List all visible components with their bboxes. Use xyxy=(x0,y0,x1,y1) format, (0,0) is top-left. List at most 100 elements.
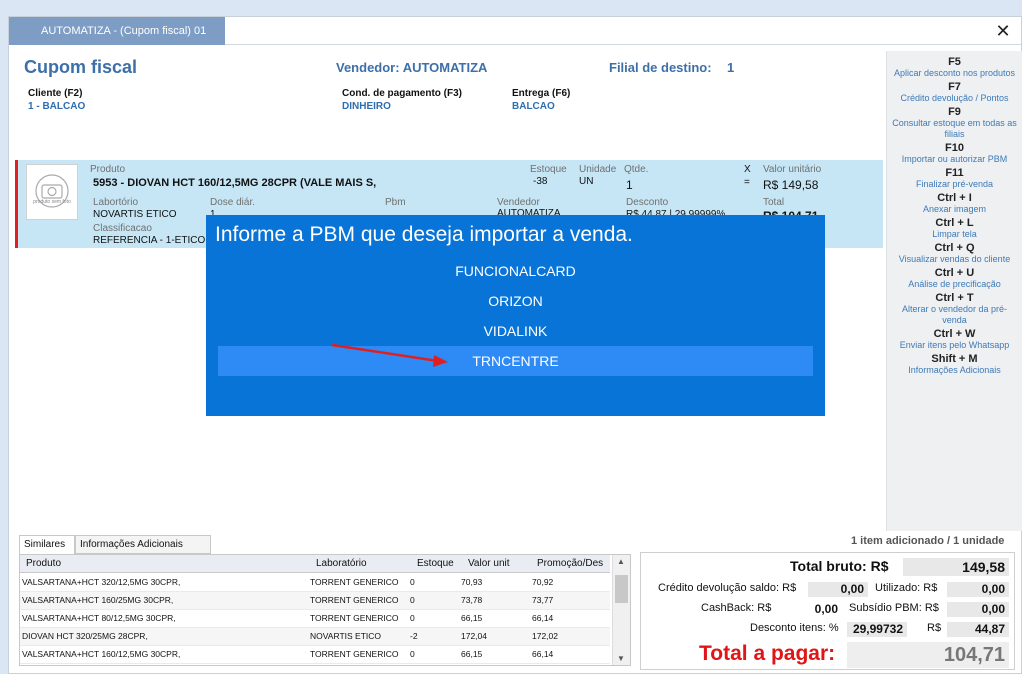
grid-scrollbar[interactable]: ▲ ▼ xyxy=(612,555,630,665)
qtde-value[interactable]: 1 xyxy=(626,178,633,192)
credito-saldo-label: Crédito devolução saldo: R$ xyxy=(658,582,797,594)
table-cell: TORRENT GENERICO xyxy=(310,649,399,659)
shortcut-description[interactable]: Alterar o vendedor da pré-venda xyxy=(887,304,1022,326)
camera-icon xyxy=(35,174,69,208)
filial-value: 1 xyxy=(727,60,735,75)
shortcut-description[interactable]: Consultar estoque em todas as filiais xyxy=(887,118,1022,140)
shortcut-item[interactable]: Ctrl + U Análise de precificação xyxy=(887,267,1022,290)
shortcut-item[interactable]: Ctrl + Q Visualizar vendas do cliente xyxy=(887,242,1022,265)
table-cell: VALSARTANA+HCT 320/12,5MG 30CPR, xyxy=(22,577,181,587)
shortcut-item[interactable]: F9 Consultar estoque em todas as filiais xyxy=(887,106,1022,140)
col-produto[interactable]: Produto xyxy=(26,558,61,569)
table-cell: TORRENT GENERICO xyxy=(310,613,399,623)
produto-label: Produto xyxy=(90,164,126,175)
shortcut-item[interactable]: Shift + M Informações Adicionais xyxy=(887,353,1022,376)
desconto-label: Desconto xyxy=(626,197,669,208)
total-item-label: Total xyxy=(763,197,785,208)
desconto-itens-label: Desconto itens: % xyxy=(750,622,839,634)
pbm-select-dialog: Informe a PBM que deseja importar a vend… xyxy=(206,215,825,416)
multiply-symbol: X xyxy=(744,164,751,175)
shortcut-item[interactable]: F7 Crédito devolução / Pontos xyxy=(887,81,1022,104)
filial-label: Filial de destino: xyxy=(609,60,712,75)
table-cell: 66,15 xyxy=(461,649,483,659)
shortcut-description[interactable]: Importar ou autorizar PBM xyxy=(887,154,1022,165)
shortcut-key: Ctrl + L xyxy=(935,217,974,229)
laboratorio-value: NOVARTIS ETICO xyxy=(93,209,177,220)
cliente-label: Cliente (F2) xyxy=(28,88,83,99)
shortcut-description[interactable]: Anexar imagem xyxy=(887,204,1022,215)
table-row[interactable]: DIOVAN HCT 320/25MG 28CPR, NOVARTIS ETICO… xyxy=(20,628,610,646)
estoque-label: Estoque xyxy=(530,164,567,175)
shortcut-item[interactable]: Ctrl + L Limpar tela xyxy=(887,217,1022,240)
shortcut-item[interactable]: Ctrl + T Alterar o vendedor da pré-venda xyxy=(887,292,1022,326)
shortcut-key: Ctrl + Q xyxy=(934,242,975,254)
pbm-option-funcionalcard[interactable]: FUNCIONALCARD xyxy=(218,256,813,286)
shortcut-key: Ctrl + I xyxy=(937,192,972,204)
shortcut-item[interactable]: F5 Aplicar desconto nos produtos xyxy=(887,56,1022,79)
shortcut-key: Ctrl + U xyxy=(934,267,975,279)
table-row[interactable]: VALSARTANA+HCT 160/25MG 30CPR, TORRENT GE… xyxy=(20,592,610,610)
table-row[interactable]: VALSARTANA+HCT 160/12,5MG 30CPR, TORRENT … xyxy=(20,646,610,664)
pbm-label: Pbm xyxy=(385,197,406,208)
shortcut-item[interactable]: Ctrl + I Anexar imagem xyxy=(887,192,1022,215)
col-estoque[interactable]: Estoque xyxy=(417,558,454,569)
table-row[interactable]: VALSARTANA+HCT 80/12,5MG 30CPR, TORRENT G… xyxy=(20,610,610,628)
table-cell: 73,77 xyxy=(532,595,554,605)
shortcut-description[interactable]: Análise de precificação xyxy=(887,279,1022,290)
product-image-placeholder: produto sem foto xyxy=(26,164,78,220)
shortcut-key: F10 xyxy=(945,142,964,154)
shortcut-description[interactable]: Crédito devolução / Pontos xyxy=(887,93,1022,104)
cond-pagamento-value[interactable]: DINHEIRO xyxy=(342,101,391,112)
tab-informacoes-adicionais[interactable]: Informações Adicionais xyxy=(75,535,211,554)
totals-panel: Total bruto: R$ 149,58 Crédito devolução… xyxy=(640,552,1015,670)
close-icon[interactable]: ✕ xyxy=(993,21,1013,41)
subsidio-pbm-label: Subsídio PBM: R$ xyxy=(849,602,939,614)
vendedor-label: Vendedor: AUTOMATIZA xyxy=(336,60,488,75)
shortcut-item[interactable]: F10 Importar ou autorizar PBM xyxy=(887,142,1022,165)
items-count: 1 item adicionado / 1 unidade xyxy=(851,535,1005,547)
shortcut-description[interactable]: Enviar itens pelo Whatsapp xyxy=(887,340,1022,351)
shortcut-description[interactable]: Visualizar vendas do cliente xyxy=(887,254,1022,265)
red-arrow-icon xyxy=(331,343,448,367)
cashback-label: CashBack: R$ xyxy=(701,602,772,614)
scroll-up-icon[interactable]: ▲ xyxy=(617,557,625,566)
col-laboratorio[interactable]: Laboratório xyxy=(316,558,367,569)
pbm-option-orizon[interactable]: ORIZON xyxy=(218,286,813,316)
utilizado-label: Utilizado: R$ xyxy=(875,582,938,594)
table-cell: 172,04 xyxy=(461,631,487,641)
pbm-option-vidalink[interactable]: VIDALINK xyxy=(218,316,813,346)
table-cell: 0 xyxy=(410,613,415,623)
entrega-value[interactable]: BALCAO xyxy=(512,101,555,112)
col-promocao[interactable]: Promoção/Des xyxy=(537,558,603,569)
cliente-value[interactable]: 1 - BALCAO xyxy=(28,101,85,112)
table-cell: VALSARTANA+HCT 160/12,5MG 30CPR, xyxy=(22,649,181,659)
classificacao-label: Classificacao xyxy=(93,223,152,234)
shortcut-description[interactable]: Finalizar pré-venda xyxy=(887,179,1022,190)
table-row[interactable]: VALSARTANA+HCT 320/12,5MG 30CPR, TORRENT … xyxy=(20,574,610,592)
total-a-pagar-value: 104,71 xyxy=(847,642,1009,668)
table-cell: 172,02 xyxy=(532,631,558,641)
title-bar: AUTOMATIZA - (Cupom fiscal) 01 ✕ xyxy=(9,17,1021,45)
table-cell: 66,14 xyxy=(532,649,554,659)
total-bruto-label: Total bruto: R$ xyxy=(790,558,889,574)
shortcut-item[interactable]: F11 Finalizar pré-venda xyxy=(887,167,1022,190)
shortcut-key: F11 xyxy=(945,167,964,179)
scroll-thumb[interactable] xyxy=(615,575,628,603)
pbm-option-trncentre[interactable]: TRNCENTRE xyxy=(218,346,813,376)
shortcut-description[interactable]: Limpar tela xyxy=(887,229,1022,240)
col-valor-unit[interactable]: Valor unit xyxy=(468,558,510,569)
shortcut-item[interactable]: Ctrl + W Enviar itens pelo Whatsapp xyxy=(887,328,1022,351)
shortcut-key: F7 xyxy=(948,81,961,93)
table-cell: VALSARTANA+HCT 160/25MG 30CPR, xyxy=(22,595,174,605)
window-tab[interactable]: AUTOMATIZA - (Cupom fiscal) 01 xyxy=(9,17,225,45)
scroll-down-icon[interactable]: ▼ xyxy=(617,654,625,663)
laboratorio-label: Labortório xyxy=(93,197,139,208)
desconto-itens-value: 44,87 xyxy=(947,622,1009,637)
no-photo-text: produto sem foto xyxy=(33,199,71,205)
tab-similares[interactable]: Similares xyxy=(19,535,75,555)
credito-saldo-value: 0,00 xyxy=(808,582,868,597)
grid-header: Produto Laboratório Estoque Valor unit P… xyxy=(20,555,610,573)
shortcut-description[interactable]: Informações Adicionais xyxy=(887,365,1022,376)
table-cell: 0 xyxy=(410,595,415,605)
shortcut-description[interactable]: Aplicar desconto nos produtos xyxy=(887,68,1022,79)
